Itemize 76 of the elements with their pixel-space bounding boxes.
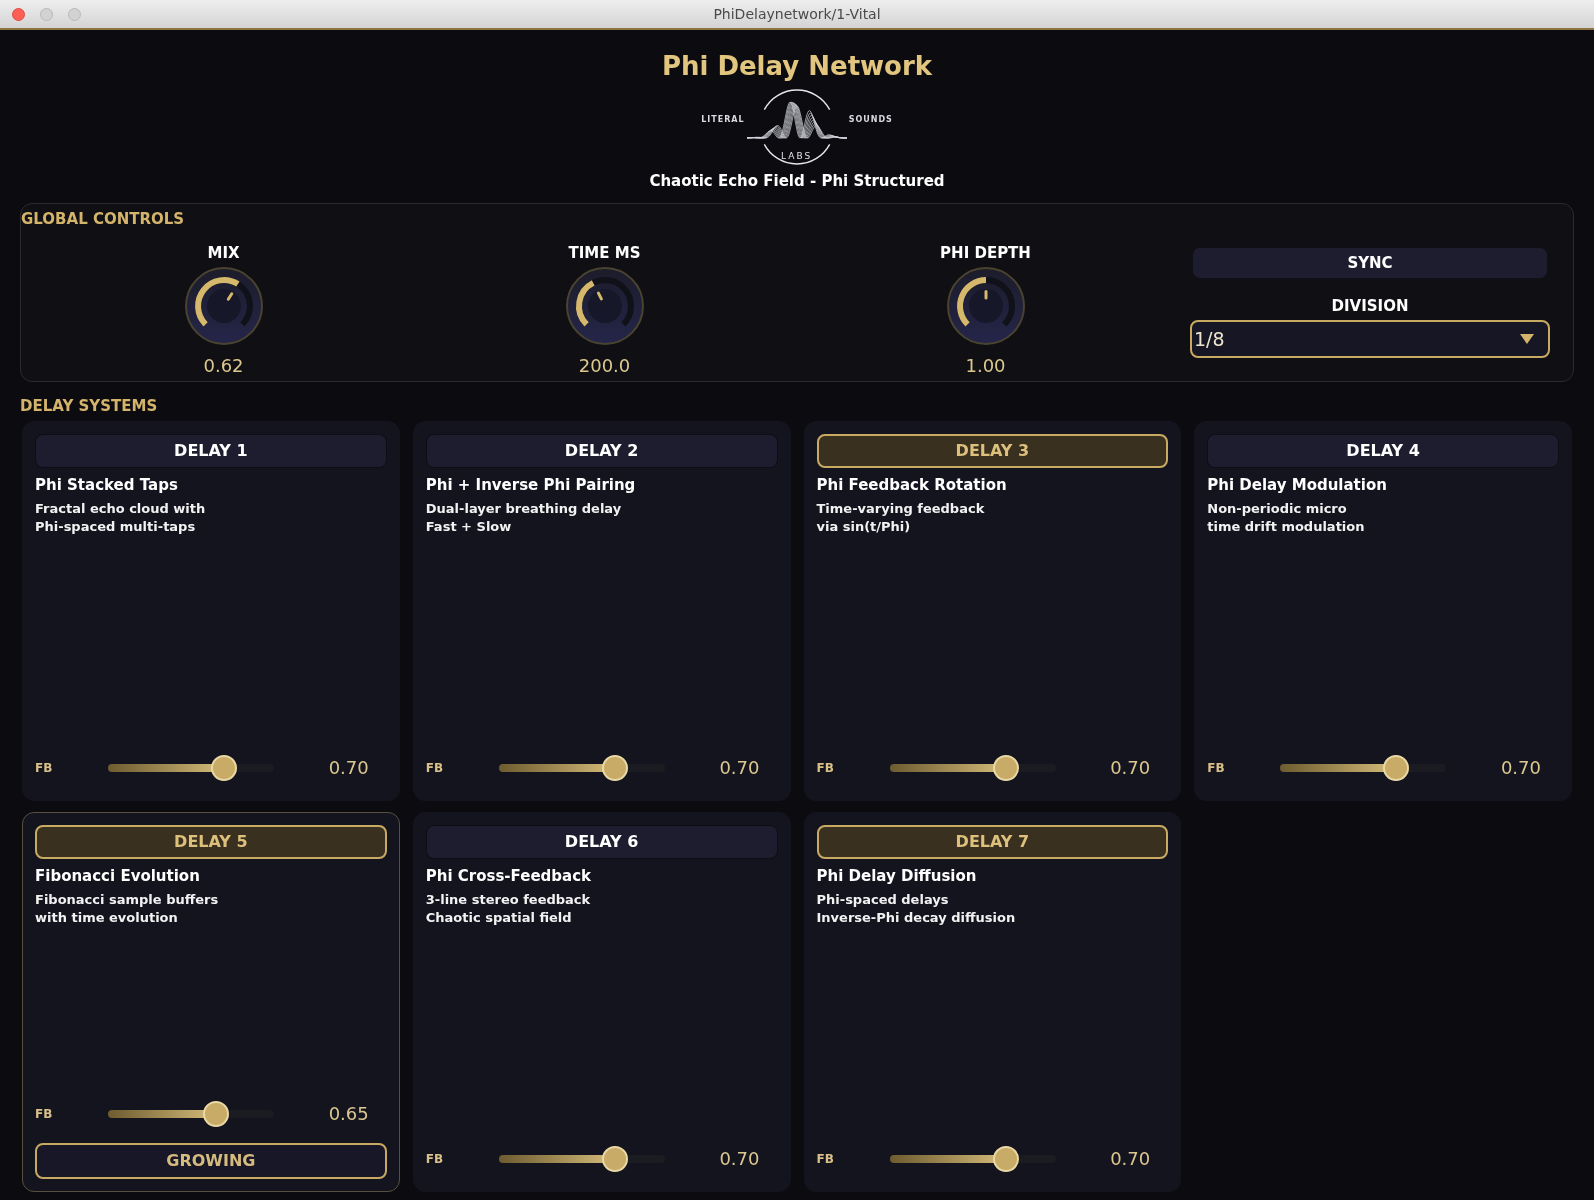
slider-thumb[interactable] [992, 755, 1019, 781]
knob-value: 1.00 [965, 354, 1006, 378]
slider-thumb[interactable] [992, 1146, 1019, 1172]
knob-fill [956, 277, 986, 327]
delay-header-button[interactable]: DELAY 1 [35, 434, 387, 468]
feedback-value: 0.70 [718, 1147, 761, 1171]
feedback-label: FB [816, 760, 835, 776]
feedback-slider[interactable] [889, 1146, 1056, 1172]
feedback-label: FB [425, 760, 445, 776]
feedback-slider[interactable] [889, 755, 1056, 781]
delay-title: Phi Delay Diffusion [816, 866, 978, 886]
feedback-slider[interactable] [108, 755, 274, 781]
rotary-knob[interactable] [564, 266, 645, 346]
feedback-label: FB [35, 1106, 54, 1122]
delay-header-button[interactable]: DELAY 2 [425, 434, 778, 468]
knob-value: 0.62 [203, 354, 244, 378]
delay-title: Fibonacci Evolution [35, 866, 201, 886]
delay-description: 3-line stereo feedback Chaotic spatial field [425, 891, 592, 927]
delay-header-button[interactable]: DELAY 7 [816, 825, 1169, 859]
delay-description: Non-periodic micro time drift modulation [1207, 500, 1366, 536]
delay-header-button[interactable]: DELAY 3 [816, 434, 1169, 468]
division-label: DIVISION [1331, 296, 1409, 316]
slider-thumb[interactable] [1383, 755, 1410, 781]
feedback-slider[interactable] [498, 1146, 665, 1172]
knob-value: 200.0 [578, 354, 631, 378]
logo-text: LITERAL [701, 115, 745, 125]
waveform-logo-icon [746, 86, 847, 168]
slider-thumb[interactable] [601, 755, 628, 781]
logo-text: SOUNDS [848, 115, 893, 125]
delay-header-button[interactable]: DELAY 5 [35, 825, 387, 859]
logo-text: LABS [780, 151, 814, 162]
feedback-value: 0.65 [327, 1102, 370, 1126]
feedback-value: 0.70 [1109, 756, 1152, 780]
delay-title: Phi + Inverse Phi Pairing [425, 475, 637, 495]
feedback-value: 0.70 [718, 756, 761, 780]
slider-thumb[interactable] [202, 1101, 229, 1127]
knob-label: PHI DEPTH [940, 243, 1031, 263]
feedback-slider[interactable] [1280, 755, 1447, 781]
caret-icon [1520, 334, 1534, 344]
delay-header-button[interactable]: DELAY 4 [1207, 434, 1559, 468]
delay-title: Phi Cross-Feedback [425, 866, 593, 886]
knob-label: MIX [207, 243, 240, 263]
knob-fill [194, 277, 239, 327]
slider-thumb[interactable] [601, 1146, 628, 1172]
window-title: PhiDelaynetwork/1-Vital [713, 5, 881, 23]
feedback-slider[interactable] [108, 1101, 274, 1127]
feedback-slider[interactable] [498, 755, 665, 781]
feedback-label: FB [35, 760, 54, 776]
app-title: Phi Delay Network [661, 50, 933, 83]
rotary-knob[interactable] [945, 266, 1026, 346]
delay-description: Fractal echo cloud with Phi-spaced multi-taps [35, 500, 207, 536]
delay-description: Dual-layer breathing delay Fast + Slow [425, 500, 623, 536]
feedback-value: 0.70 [327, 756, 370, 780]
feedback-label: FB [425, 1151, 445, 1167]
delay-description: Phi-spaced delays Inverse-Phi decay diffusion [816, 891, 1017, 927]
sync-button[interactable]: SYNC [1192, 247, 1548, 279]
knob-label: TIME MS [568, 243, 641, 263]
section-label: DELAY SYSTEMS [20, 396, 158, 416]
feedback-label: FB [1207, 760, 1226, 776]
feedback-label: FB [816, 1151, 835, 1167]
delay-description: Fibonacci sample buffers with time evolution [35, 891, 220, 927]
subtitle: Chaotic Echo Field - Phi Structured [649, 171, 945, 191]
delay-title: Phi Stacked Taps [35, 475, 179, 495]
knob-fill [575, 280, 595, 327]
section-label: GLOBAL CONTROLS [21, 209, 185, 229]
delay-description: Time-varying feedback via sin(t/Phi) [816, 500, 986, 536]
delay-title: Phi Delay Modulation [1207, 475, 1388, 495]
division-dropdown[interactable]: 1/8 [1190, 320, 1550, 358]
feedback-value: 0.70 [1499, 756, 1542, 780]
rotary-knob[interactable] [183, 266, 264, 346]
slider-thumb[interactable] [211, 755, 238, 781]
status-button[interactable]: GROWING [35, 1143, 387, 1179]
delay-title: Phi Feedback Rotation [816, 475, 1008, 495]
close-button[interactable] [12, 7, 25, 21]
delay-header-button[interactable]: DELAY 6 [425, 825, 778, 859]
feedback-value: 0.70 [1109, 1147, 1152, 1171]
